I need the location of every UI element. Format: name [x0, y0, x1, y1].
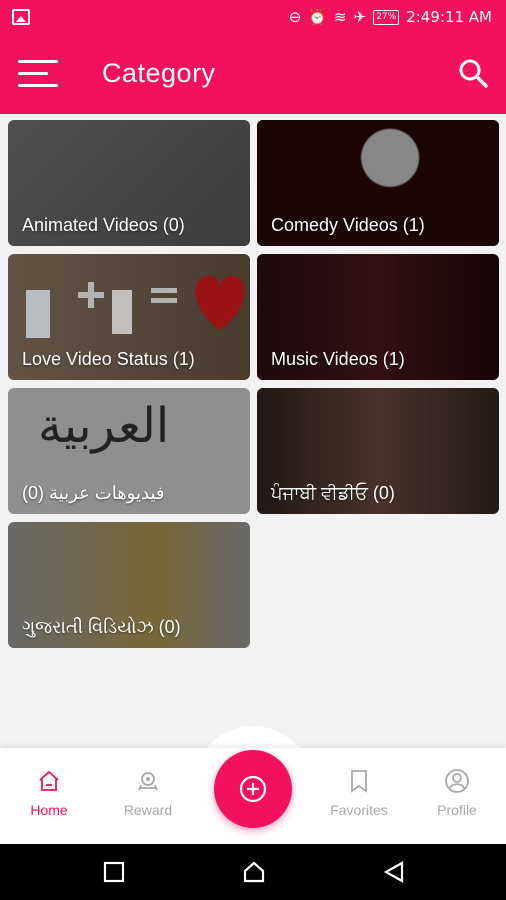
category-card-arabic[interactable]: العربية (0) فيديوهات عربية [8, 388, 250, 514]
battery-icon: 27% [373, 9, 400, 25]
nav-item-favorites[interactable]: Favorites [319, 768, 399, 819]
dnd-icon: ⊖ [288, 8, 302, 26]
category-card-music[interactable]: Music Videos (1) [257, 254, 499, 380]
recents-icon[interactable] [102, 860, 126, 884]
page-title: Category [102, 58, 216, 88]
category-label: ਪੰਜਾਬੀ ਵੀਡੀਓ (0) [271, 483, 395, 503]
category-label: (0) فيديوهات عربية [22, 483, 165, 503]
category-card-love[interactable]: Love Video Status (1) [8, 254, 250, 380]
nav-item-profile[interactable]: Profile [417, 768, 497, 819]
airplane-icon: ✈ [353, 8, 367, 26]
status-icons: ⊖ ⏰ ≋ ✈ 27% 2:49:11 AM [289, 8, 492, 26]
category-card-punjabi[interactable]: ਪੰਜਾਬੀ ਵੀਡੀਓ (0) [257, 388, 499, 514]
home-icon [39, 770, 59, 791]
category-label: Comedy Videos (1) [271, 215, 425, 235]
status-time: 2:49:11 AM [406, 8, 492, 26]
status-bar: ⊖ ⏰ ≋ ✈ 27% 2:49:11 AM [0, 0, 506, 36]
category-label: Animated Videos (0) [22, 215, 185, 235]
alarm-icon: ⏰ [308, 8, 328, 26]
category-label: Love Video Status (1) [22, 349, 195, 369]
wifi-icon: ≋ [334, 8, 347, 26]
nav-label: Profile [437, 802, 477, 818]
reward-icon [138, 772, 158, 791]
image-icon [12, 9, 30, 25]
category-card-animated[interactable]: Animated Videos (0) [8, 120, 250, 246]
hamburger-menu-icon[interactable] [18, 60, 58, 88]
system-nav-bar [0, 844, 506, 900]
profile-icon [445, 769, 469, 793]
add-circle-icon [239, 775, 267, 803]
category-card-gujarati[interactable]: ગુજરાતી વિડિયોઝ (0) [8, 522, 250, 648]
nav-item-reward[interactable]: Reward [108, 768, 188, 819]
nav-item-home[interactable]: Home [9, 768, 89, 819]
nav-label: Reward [123, 802, 173, 818]
nav-label: Home [30, 802, 68, 818]
back-icon[interactable] [382, 860, 406, 884]
nav-label: Favorites [330, 802, 388, 818]
category-card-comedy[interactable]: Comedy Videos (1) [257, 120, 499, 246]
category-label: ગુજરાતી વિડિયોઝ (0) [22, 617, 181, 637]
add-button[interactable] [214, 750, 292, 828]
search-icon[interactable] [458, 58, 488, 88]
bookmark-icon [351, 770, 367, 793]
home-system-icon[interactable] [242, 860, 266, 884]
category-label: Music Videos (1) [271, 349, 405, 369]
app-bar: Category [0, 36, 506, 114]
card-illustration-text: العربية [38, 398, 170, 454]
